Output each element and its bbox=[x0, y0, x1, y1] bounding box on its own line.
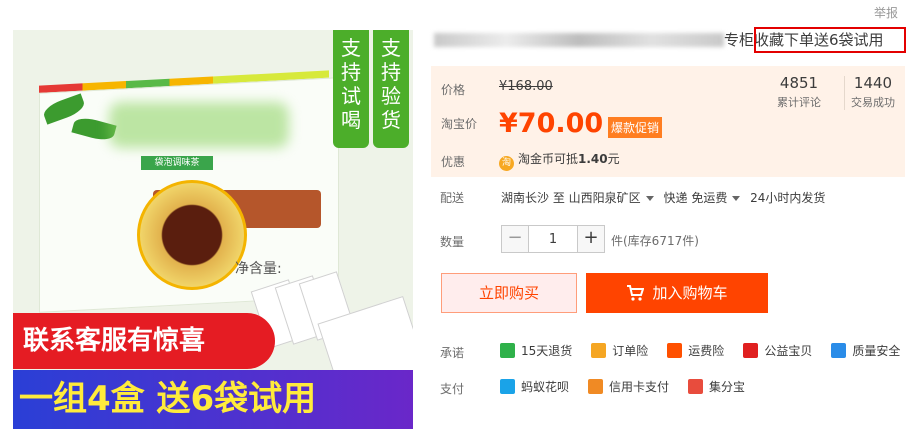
quantity-stepper: − + bbox=[501, 225, 605, 253]
chevron-down-icon bbox=[645, 196, 654, 201]
badge-inspect: 支持验货 bbox=[373, 30, 409, 148]
promise-item[interactable]: 15天退货 bbox=[500, 342, 572, 359]
chevron-down-icon bbox=[732, 196, 741, 201]
huabei-icon bbox=[500, 379, 515, 394]
promise-item[interactable]: 订单险 bbox=[591, 342, 648, 359]
promises-list: 15天退货 订单险 运费险 公益宝贝 质量安全 bbox=[500, 342, 909, 359]
stock-info: 件(库存6717件) bbox=[611, 234, 699, 248]
delivery-destination-select[interactable]: 山西阳泉矿区 bbox=[569, 191, 660, 205]
badge-try-drink: 支持试喝 bbox=[333, 30, 369, 148]
payments-list: 蚂蚁花呗 信用卡支付 集分宝 bbox=[500, 378, 764, 395]
product-tag: 袋泡调味茶 bbox=[141, 156, 213, 170]
payment-item[interactable]: 蚂蚁花呗 bbox=[500, 378, 569, 395]
product-main-image[interactable]: 袋泡调味茶 净含量: 支持试喝 支持验货 联系客服有惊喜 一组4盒 送6袋试用 bbox=[13, 30, 413, 429]
shipping-method-select[interactable]: 快递 免运费 bbox=[664, 191, 747, 205]
reviews-label: 累计评论 bbox=[777, 96, 821, 109]
payment-item[interactable]: 信用卡支付 bbox=[588, 378, 669, 395]
net-content-label: 净含量: bbox=[235, 261, 282, 277]
blurred-brand bbox=[109, 102, 289, 148]
discount-text: 淘金币可抵 bbox=[518, 152, 579, 166]
price-panel: 价格 ¥168.00 淘宝价 ¥70.00 爆款促销 4851 累计评论 144… bbox=[431, 66, 905, 177]
promise-item[interactable]: 质量安全 bbox=[831, 342, 900, 359]
decrease-button[interactable]: − bbox=[502, 226, 529, 252]
original-price: ¥168.00 bbox=[499, 79, 553, 94]
discount-label: 优惠 bbox=[441, 155, 466, 169]
promise-label: 公益宝贝 bbox=[764, 344, 813, 358]
promo-banner: 一组4盒 送6袋试用 bbox=[13, 370, 413, 429]
contact-banner: 联系客服有惊喜 bbox=[13, 313, 275, 369]
return-icon bbox=[500, 343, 515, 358]
add-to-cart-button[interactable]: 加入购物车 bbox=[586, 273, 768, 313]
charity-icon bbox=[743, 343, 759, 358]
quantity-label: 数量 bbox=[440, 235, 465, 249]
discount-info: 淘淘金币可抵1.40元 bbox=[499, 150, 620, 171]
title-highlight-box bbox=[754, 27, 906, 53]
taobao-price-label: 淘宝价 bbox=[441, 117, 478, 131]
promises-label: 承诺 bbox=[440, 346, 465, 360]
promo-tag: 爆款促销 bbox=[608, 117, 663, 138]
credit-card-icon bbox=[588, 379, 604, 394]
jifenbao-icon bbox=[688, 379, 704, 394]
payment-label: 集分宝 bbox=[709, 380, 746, 394]
reviews-count: 4851 bbox=[779, 74, 819, 92]
quantity-input[interactable] bbox=[529, 226, 577, 252]
tea-cup-image bbox=[137, 180, 247, 290]
stat-divider bbox=[844, 76, 845, 110]
discount-amount: 1.40 bbox=[578, 152, 608, 166]
promise-item[interactable]: 公益宝贝 bbox=[743, 342, 812, 359]
shipping-insurance-icon bbox=[667, 343, 683, 358]
buy-now-button[interactable]: 立即购买 bbox=[441, 273, 577, 313]
promise-label: 运费险 bbox=[688, 344, 725, 358]
payment-label: 蚂蚁花呗 bbox=[521, 380, 570, 394]
increase-button[interactable]: + bbox=[577, 226, 604, 252]
delivery-label: 配送 bbox=[440, 191, 465, 205]
dispatch-time: 24小时内发货 bbox=[750, 191, 826, 205]
payments-label: 支付 bbox=[440, 382, 465, 396]
promise-item[interactable]: 运费险 bbox=[667, 342, 724, 359]
reviews-stat[interactable]: 4851 累计评论 bbox=[777, 72, 821, 110]
payment-label: 信用卡支付 bbox=[609, 380, 670, 394]
deals-count: 1440 bbox=[853, 74, 893, 92]
delivery-origin: 湖南长沙 至 bbox=[501, 191, 565, 205]
blurred-title bbox=[434, 33, 724, 47]
order-insurance-icon bbox=[591, 343, 607, 358]
current-price: ¥70.00 bbox=[499, 108, 604, 139]
payment-item[interactable]: 集分宝 bbox=[688, 378, 745, 395]
discount-unit: 元 bbox=[607, 152, 620, 166]
promise-label: 质量安全 bbox=[852, 344, 901, 358]
cart-icon bbox=[627, 285, 645, 301]
deals-stat[interactable]: 1440 交易成功 bbox=[851, 72, 895, 110]
deals-label: 交易成功 bbox=[851, 96, 895, 109]
promise-label: 15天退货 bbox=[521, 344, 573, 358]
quality-icon bbox=[831, 343, 847, 358]
taojinbi-coin-icon: 淘 bbox=[499, 156, 514, 171]
delivery-info: 湖南长沙 至 山西阳泉矿区 快递 免运费 24小时内发货 bbox=[501, 189, 825, 206]
price-label: 价格 bbox=[441, 83, 466, 97]
report-link[interactable]: 举报 bbox=[874, 4, 898, 21]
promise-label: 订单险 bbox=[612, 344, 649, 358]
